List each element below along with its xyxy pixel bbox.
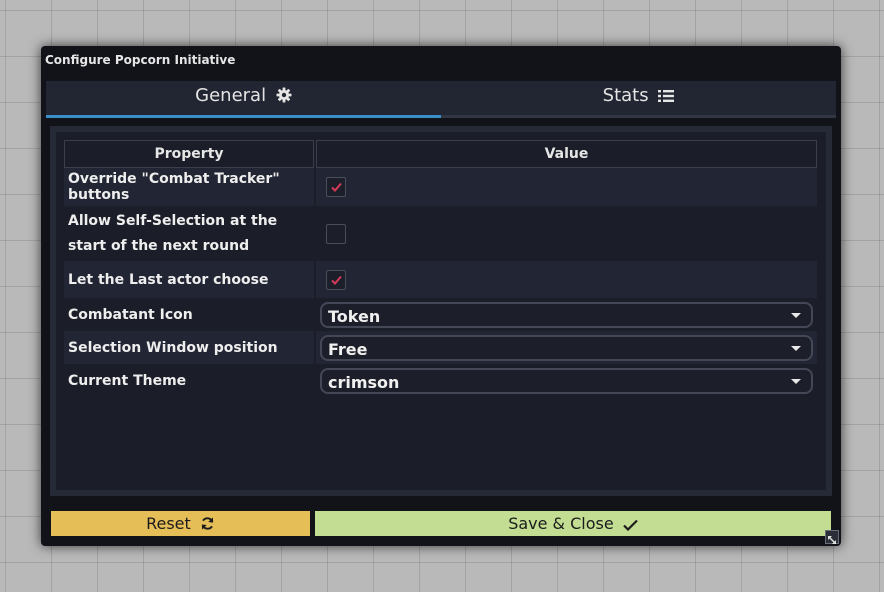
- setting-row-current-theme: Current Theme crimson: [64, 364, 817, 397]
- tab-stats[interactable]: Stats: [441, 81, 836, 115]
- setting-row-override-buttons: Override "Combat Tracker" buttons: [64, 168, 817, 206]
- dialog-title[interactable]: Configure Popcorn Initiative: [41, 46, 841, 76]
- setting-label: Combatant Icon: [68, 306, 193, 323]
- resize-handle[interactable]: [825, 530, 839, 544]
- settings-table: Property Value Override "Combat Tracker"…: [62, 140, 819, 397]
- override-buttons-checkbox[interactable]: [326, 177, 346, 197]
- settings-panel: Property Value Override "Combat Tracker"…: [50, 126, 832, 496]
- current-theme-value: crimson: [328, 372, 400, 392]
- settings-table-container: Property Value Override "Combat Tracker"…: [56, 132, 826, 490]
- checkmark-icon: [331, 275, 342, 285]
- combatant-icon-select[interactable]: Token: [320, 301, 813, 328]
- setting-label: Selection Window position: [64, 331, 314, 364]
- tab-general[interactable]: General: [46, 81, 441, 118]
- save-close-button-label: Save & Close: [508, 514, 614, 533]
- reset-button-label: Reset: [146, 514, 191, 533]
- setting-row-combatant-icon: Combatant Icon Token: [64, 298, 817, 331]
- combatant-icon-value: Token: [328, 306, 381, 326]
- setting-row-last-actor: Let the Last actor choose: [64, 261, 817, 298]
- resize-icon: [828, 536, 836, 544]
- window-position-select[interactable]: Free: [320, 334, 813, 361]
- reset-button[interactable]: Reset: [51, 511, 310, 536]
- check-icon: [623, 519, 638, 532]
- last-actor-checkbox[interactable]: [326, 269, 346, 290]
- dialog-footer: Reset Save & Close: [51, 511, 831, 536]
- setting-label: Allow Self-Selection at the start of the…: [68, 212, 278, 254]
- current-theme-select[interactable]: crimson: [320, 367, 813, 394]
- tab-stats-label: Stats: [602, 85, 649, 106]
- column-header-property: Property: [64, 140, 314, 168]
- config-dialog: Configure Popcorn Initiative General Sta…: [41, 46, 841, 546]
- gear-icon: [276, 87, 292, 103]
- tab-general-label: General: [195, 85, 267, 106]
- window-position-value: Free: [328, 339, 368, 359]
- refresh-icon: [201, 517, 214, 530]
- chevron-down-icon: [791, 345, 801, 351]
- setting-row-window-position: Selection Window position Free: [64, 331, 817, 364]
- setting-label: Current Theme: [68, 372, 187, 389]
- setting-label: Let the Last actor choose: [64, 261, 314, 298]
- setting-label: Override "Combat Tracker" buttons: [64, 168, 314, 206]
- checkmark-icon: [331, 182, 342, 192]
- setting-row-self-selection: Allow Self-Selection at the start of the…: [64, 206, 817, 261]
- save-close-button[interactable]: Save & Close: [315, 511, 831, 536]
- tab-bar: General Stats: [46, 81, 836, 118]
- list-icon: [658, 90, 675, 102]
- self-selection-checkbox[interactable]: [326, 223, 346, 244]
- chevron-down-icon: [791, 312, 801, 318]
- column-header-value: Value: [316, 140, 817, 168]
- chevron-down-icon: [791, 378, 801, 384]
